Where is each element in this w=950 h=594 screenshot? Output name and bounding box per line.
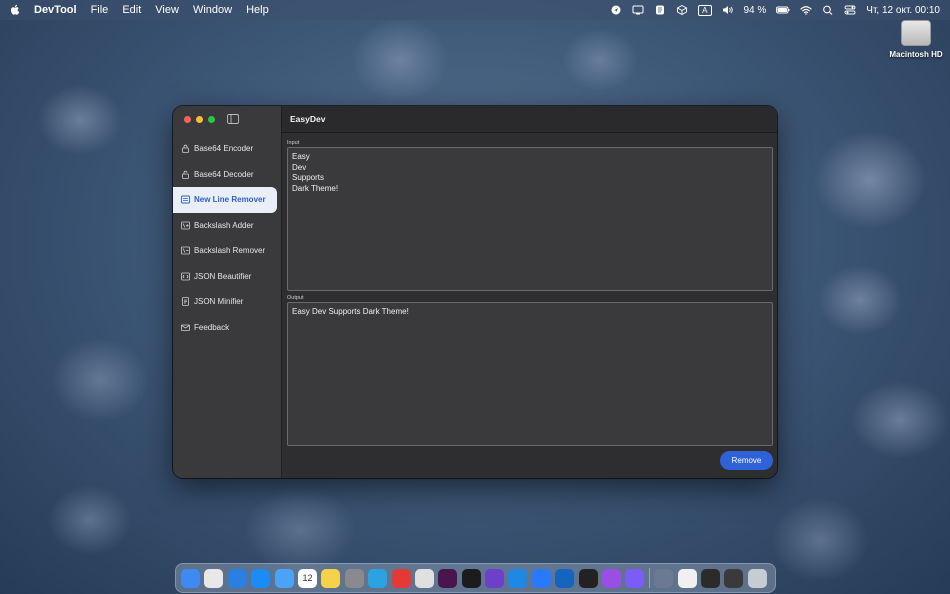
dock-slack-icon[interactable] (438, 568, 458, 588)
sidebar-nav: Base64 Encoder Base64 Decoder New Line R… (173, 136, 281, 340)
dock-notes-icon[interactable] (321, 568, 341, 588)
menu-file[interactable]: File (91, 4, 109, 16)
dock-instruments-icon[interactable] (555, 568, 575, 588)
sidebar-item-label: Feedback (194, 322, 230, 332)
unlock-icon (182, 170, 189, 179)
dock-mail-icon[interactable] (274, 568, 294, 588)
newline-icon (181, 195, 190, 204)
cube-icon[interactable] (676, 5, 688, 15)
sidebar-item-json-minifier[interactable]: JSON Minifier (173, 289, 277, 315)
input-label: Input (287, 140, 300, 146)
lock-icon (182, 145, 189, 154)
dock-telegram-icon[interactable] (368, 568, 388, 588)
app-window: Base64 Encoder Base64 Decoder New Line R… (173, 106, 777, 478)
envelope-icon (181, 324, 190, 331)
json-icon (181, 272, 190, 281)
location-icon[interactable] (610, 5, 622, 15)
remove-button[interactable]: Remove (720, 451, 773, 470)
menu-edit[interactable]: Edit (122, 4, 141, 16)
sidebar-item-label: JSON Beautifier (194, 271, 252, 281)
sidebar-item-backslash-remover[interactable]: Backslash Remover (173, 238, 277, 264)
spotlight-search-icon[interactable] (822, 5, 834, 15)
dock-safari-icon[interactable] (227, 568, 247, 588)
sidebar: Base64 Encoder Base64 Decoder New Line R… (173, 106, 282, 478)
sidebar-item-new-line-remover[interactable]: New Line Remover (173, 187, 277, 213)
dock-preview-icon[interactable] (654, 568, 674, 588)
sidebar-item-json-beautifier[interactable]: JSON Beautifier (173, 264, 277, 290)
output-label: Output (287, 295, 304, 301)
menu-help[interactable]: Help (246, 4, 269, 16)
dock-launchpad-icon[interactable] (204, 568, 224, 588)
dock-chrome-icon[interactable] (414, 568, 434, 588)
window-title: EasyDev (282, 106, 777, 133)
sidebar-item-label: Backslash Adder (194, 220, 254, 230)
main-content: EasyDev Input Easy Dev Supports Dark The… (282, 106, 777, 478)
dock-activity-monitor-icon[interactable] (700, 568, 720, 588)
volume-icon[interactable] (722, 5, 734, 15)
menu-window[interactable]: Window (193, 4, 232, 16)
dock-calendar-icon[interactable]: 12 (297, 568, 317, 588)
dock-finder-icon[interactable] (181, 568, 200, 588)
dock-screens-icon[interactable] (724, 568, 744, 588)
json-min-icon (182, 297, 189, 307)
battery-icon[interactable] (776, 5, 790, 15)
dock-document-icon[interactable] (677, 568, 697, 588)
wifi-icon[interactable] (800, 5, 812, 15)
dock-keyboard-app-icon[interactable] (578, 568, 598, 588)
sidebar-toggle-icon[interactable] (227, 114, 239, 124)
dock-devtool-icon[interactable] (625, 568, 645, 588)
window-controls (184, 116, 215, 123)
menu-app-name[interactable]: DevTool (34, 4, 77, 16)
output-textarea[interactable]: Easy Dev Supports Dark Theme! (287, 302, 773, 446)
minimize-window-button[interactable] (196, 116, 203, 123)
dock-separator (648, 568, 650, 588)
desktop-disk[interactable]: Macintosh HD (888, 20, 944, 59)
hard-drive-icon (901, 20, 931, 46)
dock-github-desktop-icon[interactable] (485, 568, 505, 588)
sidebar-item-label: Base64 Encoder (194, 144, 254, 154)
sidebar-item-feedback[interactable]: Feedback (173, 315, 277, 341)
sidebar-item-label: Backslash Remover (194, 246, 266, 256)
dock-xcode-icon[interactable] (531, 568, 551, 588)
shield-icon[interactable] (654, 5, 666, 15)
sidebar-item-base64-encoder[interactable]: Base64 Encoder (173, 136, 277, 162)
sidebar-item-base64-decoder[interactable]: Base64 Decoder (173, 162, 277, 188)
input-textarea[interactable]: Easy Dev Supports Dark Theme! (287, 147, 773, 291)
zoom-window-button[interactable] (208, 116, 215, 123)
apple-icon[interactable] (10, 4, 20, 16)
battery-percent: 94 % (743, 4, 767, 16)
sidebar-item-label: New Line Remover (194, 195, 266, 205)
dock-podcasts-icon[interactable] (602, 568, 622, 588)
menu-bar: DevTool File Edit View Window Help A 94 … (0, 0, 950, 20)
control-center-icon[interactable] (844, 5, 856, 15)
dock-app-store-icon[interactable] (251, 568, 271, 588)
dock-vscode-icon[interactable] (508, 568, 528, 588)
input-source-badge[interactable]: A (698, 4, 712, 16)
sidebar-item-label: Base64 Decoder (194, 169, 254, 179)
menu-view[interactable]: View (155, 4, 179, 16)
sidebar-item-label: JSON Minifier (194, 297, 244, 307)
dock-youtube-music-icon[interactable] (391, 568, 411, 588)
dock: 12 (175, 563, 776, 593)
dock-terminal-icon[interactable] (461, 568, 481, 588)
dock-system-settings-icon[interactable] (344, 568, 364, 588)
backslash-add-icon (181, 221, 190, 230)
sidebar-item-backslash-adder[interactable]: Backslash Adder (173, 213, 277, 239)
dock-trash-icon[interactable] (747, 568, 767, 588)
screen-icon[interactable] (632, 5, 644, 15)
backslash-remove-icon (181, 246, 190, 255)
close-window-button[interactable] (184, 116, 191, 123)
disk-label: Macintosh HD (889, 50, 943, 59)
menu-clock[interactable]: Чт, 12 окт. 00:10 (866, 5, 940, 16)
calendar-day: 12 (302, 572, 313, 583)
